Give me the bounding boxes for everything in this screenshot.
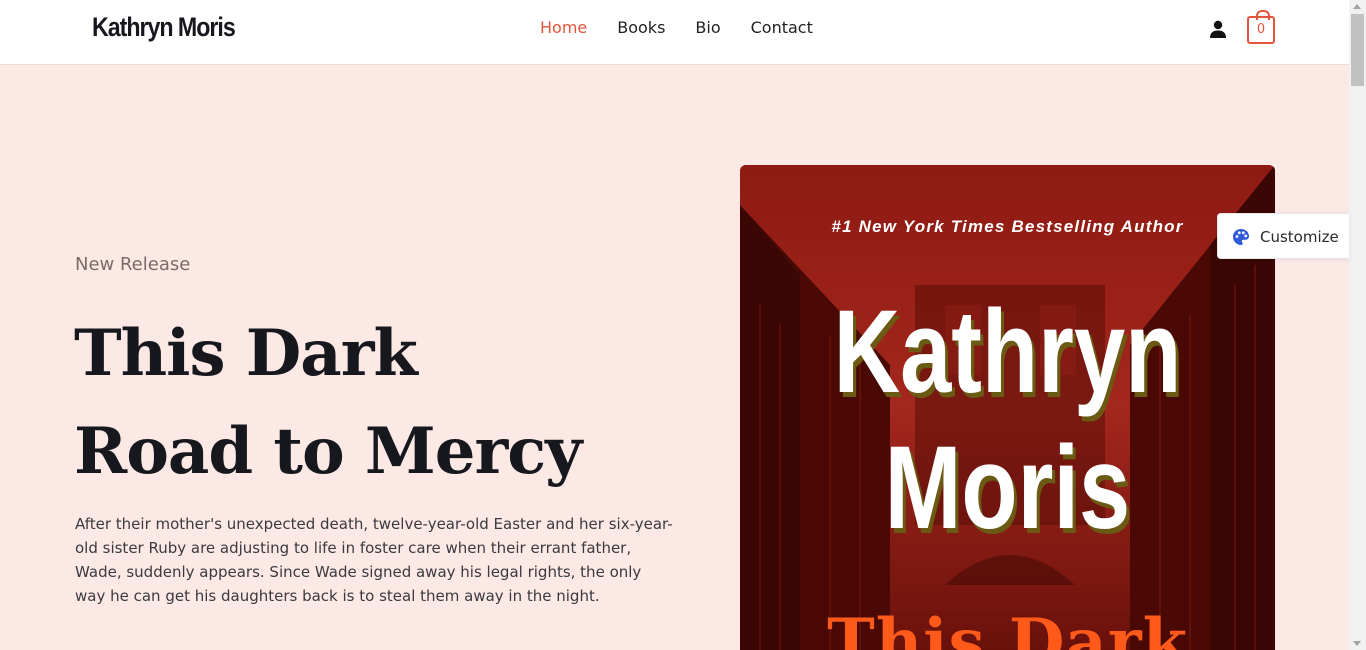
palette-icon [1233,229,1249,245]
customize-button[interactable]: Customize [1217,213,1349,259]
book-title-line2: Road to Mercy [74,414,582,489]
scroll-up-arrow-icon[interactable] [1353,4,1361,9]
cover-author-last: Moris [884,422,1131,554]
scroll-thumb[interactable] [1351,14,1364,86]
nav-home[interactable]: Home [540,18,587,37]
book-cover-image: #1 New York Times Bestselling Author Kat… [740,165,1275,650]
user-icon[interactable] [1208,19,1228,39]
book-title: This Dark Road to Mercy [74,305,694,501]
nav-bio[interactable]: Bio [695,18,720,37]
cover-tagline: #1 New York Times Bestselling Author [831,217,1184,236]
cart-count: 0 [1256,22,1266,37]
page-scrollbar[interactable] [1349,0,1366,650]
book-title-line1: This Dark [74,316,418,391]
cover-author-first: Kathryn [833,286,1182,418]
cover-book-title: This Dark [827,605,1188,650]
new-release-label: New Release [75,254,191,275]
nav-books[interactable]: Books [617,18,665,37]
customize-label: Customize [1260,228,1339,246]
book-description: After their mother's unexpected death, t… [75,515,673,605]
site-logo[interactable]: Kathryn Moris [92,12,236,43]
scroll-down-arrow-icon[interactable] [1353,641,1361,646]
cart-button[interactable]: 0 [1247,10,1275,44]
site-header: Kathryn Moris Home Books Bio Contact 0 [0,0,1349,65]
nav-contact[interactable]: Contact [751,18,813,37]
main-nav: Home Books Bio Contact [540,18,813,37]
